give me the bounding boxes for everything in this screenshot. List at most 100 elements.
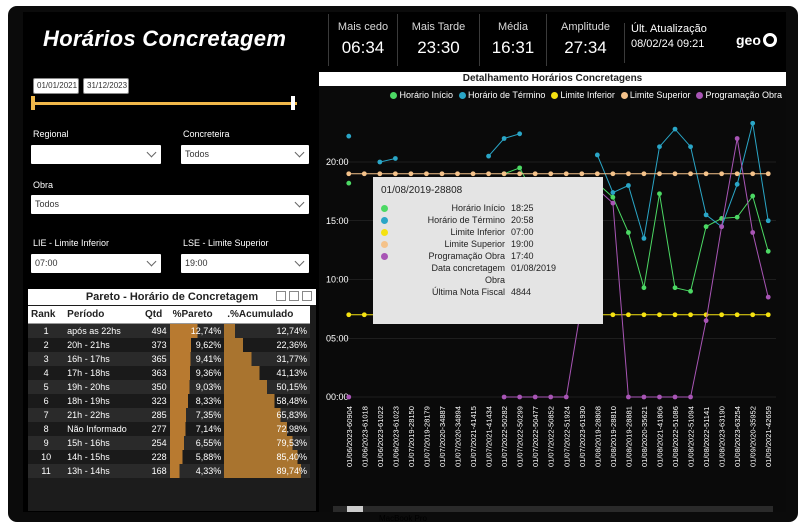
data-point[interactable]	[703, 171, 709, 177]
data-point[interactable]	[532, 394, 538, 400]
data-point[interactable]	[610, 312, 616, 318]
data-point[interactable]	[657, 191, 662, 197]
data-point[interactable]	[626, 394, 631, 400]
data-point[interactable]	[517, 394, 523, 400]
x-tick-label: 01/07/2022-50299	[516, 406, 525, 467]
data-point[interactable]	[408, 171, 414, 177]
data-point[interactable]	[734, 214, 740, 220]
data-point[interactable]	[765, 171, 771, 177]
data-point[interactable]	[548, 394, 554, 400]
data-point[interactable]	[610, 171, 616, 177]
data-point[interactable]	[688, 312, 693, 318]
data-point[interactable]	[626, 312, 631, 318]
data-point[interactable]	[501, 136, 507, 141]
data-point[interactable]	[517, 171, 523, 177]
tooltip-row: Limite Inferior 07:00	[381, 226, 595, 238]
data-point[interactable]	[703, 224, 709, 230]
data-point[interactable]	[672, 126, 678, 132]
data-point[interactable]	[563, 394, 569, 400]
data-point[interactable]	[734, 136, 740, 141]
data-point[interactable]	[657, 144, 662, 150]
data-point[interactable]	[641, 235, 647, 241]
data-point[interactable]	[361, 171, 367, 177]
data-point[interactable]	[657, 394, 662, 400]
data-point[interactable]	[765, 294, 771, 300]
data-point[interactable]	[439, 171, 445, 177]
data-point[interactable]	[750, 312, 756, 318]
data-point[interactable]	[346, 394, 352, 400]
data-point[interactable]	[594, 152, 600, 158]
data-point[interactable]	[501, 394, 507, 400]
data-point[interactable]	[734, 181, 740, 187]
data-point[interactable]	[424, 171, 429, 177]
data-point[interactable]	[688, 144, 693, 150]
data-point[interactable]	[517, 165, 523, 171]
data-point[interactable]	[470, 171, 476, 177]
data-point[interactable]	[610, 200, 616, 206]
x-tick-label: 01/08/2021-41806	[655, 406, 664, 467]
y-tick-label: 00:00	[326, 392, 349, 402]
data-point[interactable]	[392, 156, 398, 161]
data-point[interactable]	[594, 171, 600, 177]
data-point[interactable]	[688, 171, 693, 177]
data-point[interactable]	[626, 171, 631, 177]
data-point[interactable]	[377, 159, 383, 165]
data-point[interactable]	[626, 230, 631, 235]
data-point[interactable]	[641, 394, 647, 400]
data-point[interactable]	[657, 171, 662, 177]
data-point[interactable]	[532, 171, 538, 177]
data-point[interactable]	[719, 224, 725, 230]
data-point[interactable]	[563, 171, 569, 177]
data-point[interactable]	[703, 318, 709, 324]
tooltip-dot	[381, 265, 388, 272]
data-point[interactable]	[517, 131, 523, 137]
data-point[interactable]	[672, 394, 678, 400]
data-point[interactable]	[610, 190, 616, 195]
data-point[interactable]	[392, 171, 398, 177]
data-point[interactable]	[734, 312, 740, 318]
tooltip-value: 19:00	[511, 239, 534, 249]
data-point[interactable]	[641, 312, 647, 318]
data-point[interactable]	[501, 171, 507, 177]
data-point[interactable]	[641, 285, 647, 291]
x-tick-label: 01/08/2022-51086	[671, 406, 680, 467]
data-point[interactable]	[750, 230, 756, 235]
data-point[interactable]	[719, 171, 725, 177]
data-point[interactable]	[719, 312, 725, 318]
data-point[interactable]	[750, 120, 756, 126]
tooltip-value: 01/08/2019	[511, 263, 557, 273]
data-point[interactable]	[346, 180, 352, 186]
data-point[interactable]	[486, 153, 491, 159]
data-point[interactable]	[455, 171, 460, 177]
data-point[interactable]	[765, 248, 771, 254]
tooltip-row: Programação Obra 17:40	[381, 250, 595, 262]
horizontal-scrollbar[interactable]	[333, 506, 773, 512]
data-point[interactable]	[610, 194, 616, 200]
data-point[interactable]	[548, 171, 554, 177]
data-point[interactable]	[377, 171, 383, 177]
data-point[interactable]	[703, 212, 709, 218]
scrollbar-thumb[interactable]	[347, 506, 363, 512]
tooltip-dot	[381, 216, 388, 224]
chart-tooltip: 01/08/2019-28808 Horário Início 18:25 Horá…	[373, 177, 603, 324]
data-point[interactable]	[346, 171, 352, 177]
data-point[interactable]	[672, 312, 678, 318]
data-point[interactable]	[346, 312, 352, 318]
data-point[interactable]	[672, 171, 678, 177]
data-point[interactable]	[734, 171, 740, 177]
data-point[interactable]	[657, 312, 662, 318]
data-point[interactable]	[750, 193, 756, 199]
data-point[interactable]	[346, 133, 352, 139]
data-point[interactable]	[765, 312, 771, 318]
data-point[interactable]	[688, 288, 693, 294]
x-tick-label: 01/08/2019-28881	[624, 406, 633, 467]
data-point[interactable]	[765, 218, 771, 224]
data-point[interactable]	[626, 183, 631, 188]
data-point[interactable]	[688, 394, 693, 400]
data-point[interactable]	[641, 171, 647, 177]
data-point[interactable]	[672, 285, 678, 291]
data-point[interactable]	[361, 312, 367, 318]
data-point[interactable]	[750, 171, 756, 177]
data-point[interactable]	[486, 171, 491, 177]
data-point[interactable]	[579, 171, 585, 177]
